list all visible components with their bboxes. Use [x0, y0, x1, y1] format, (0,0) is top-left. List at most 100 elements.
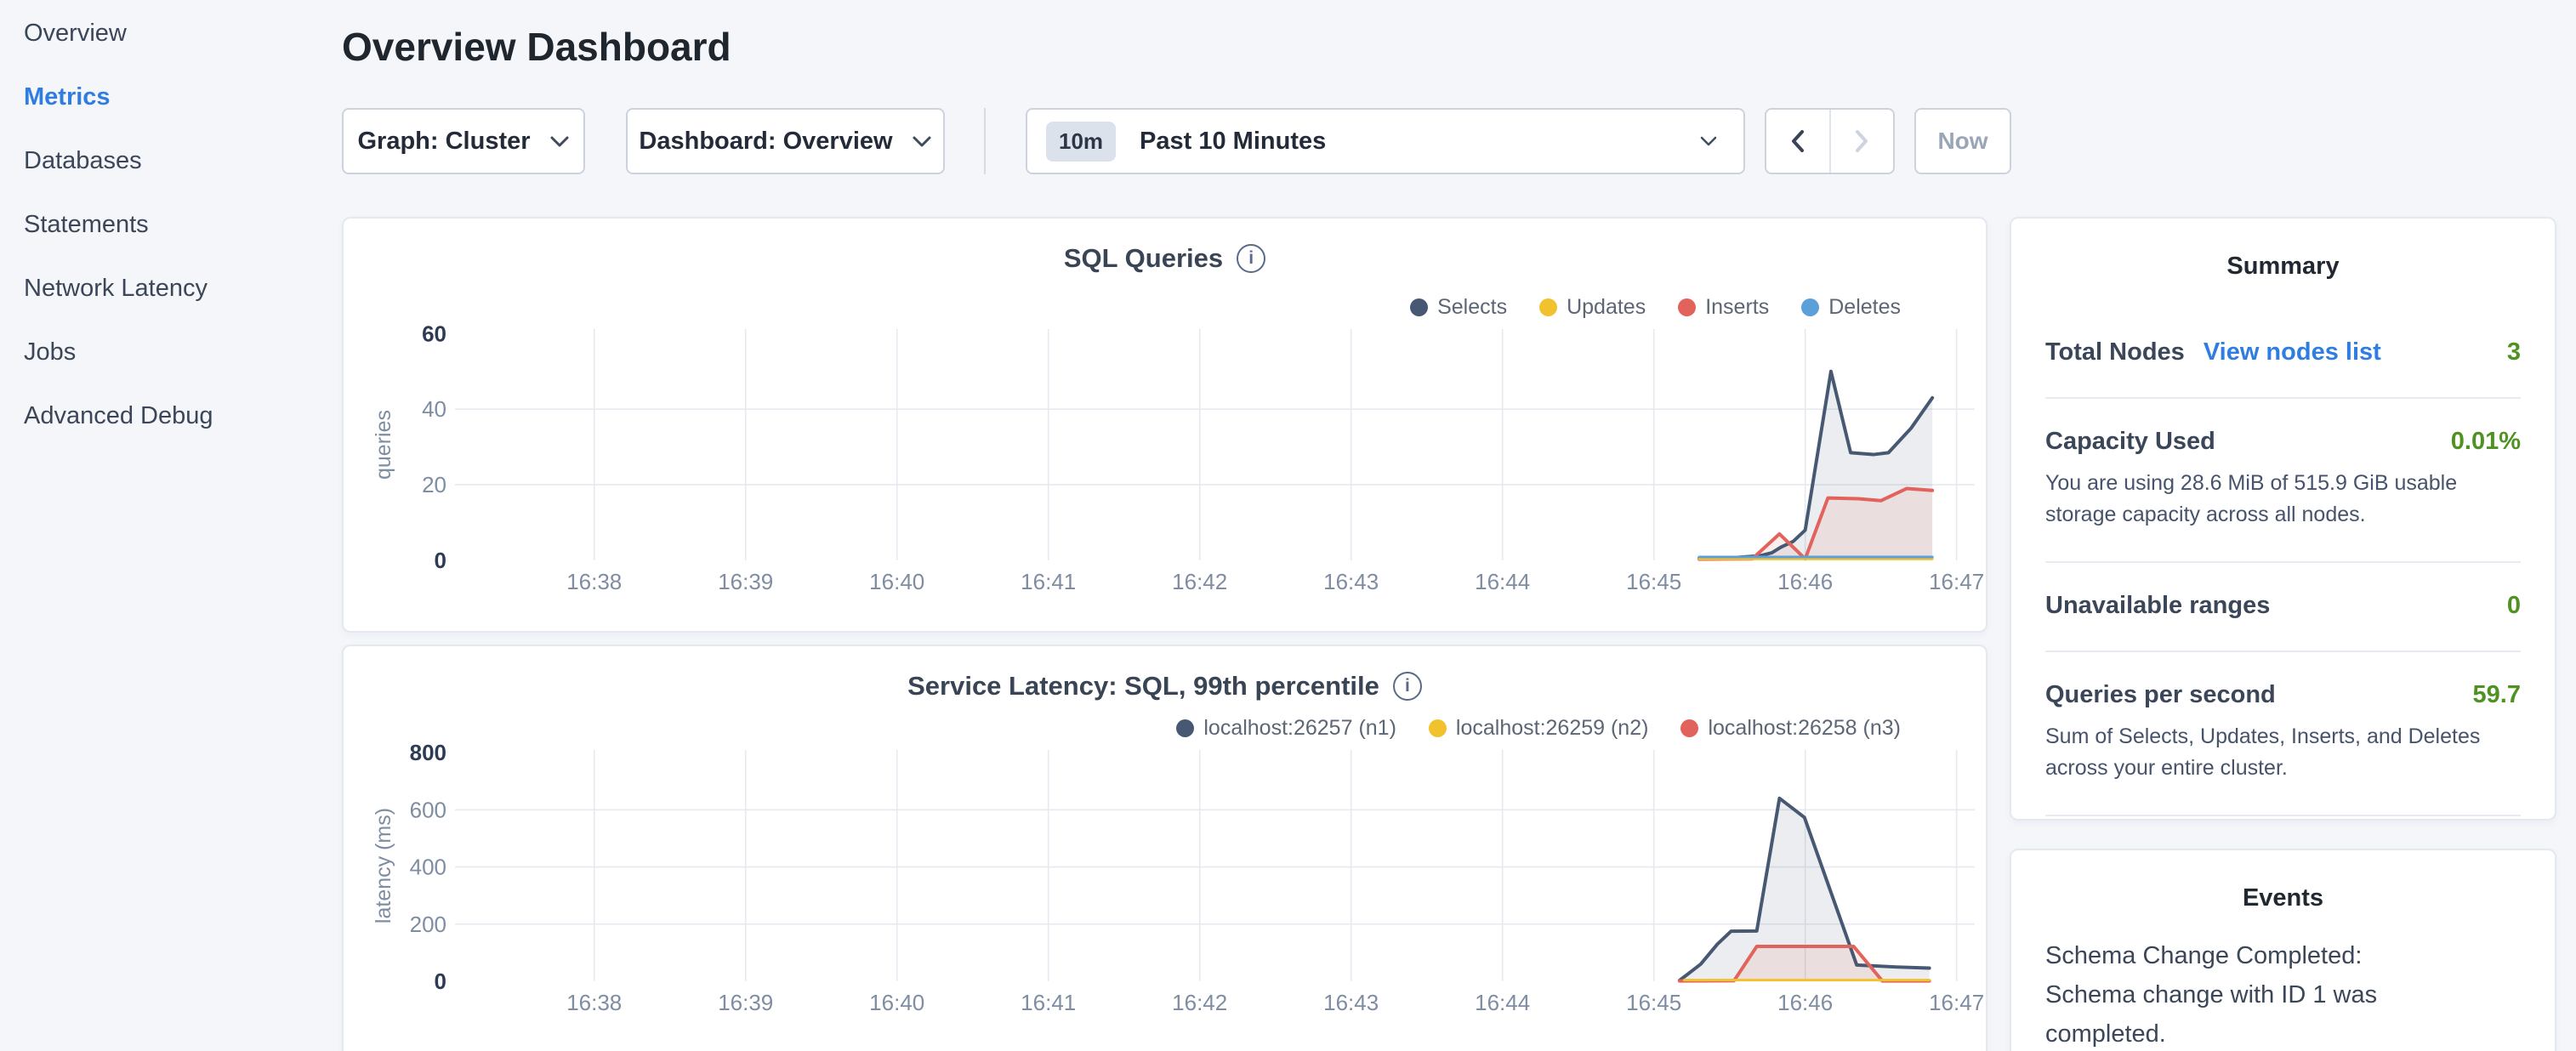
y-tick-label: 0: [435, 969, 446, 994]
legend-label: localhost:26259 (n2): [1456, 716, 1649, 741]
sidebar-item-statements[interactable]: Statements: [0, 193, 342, 257]
time-range-prev-button[interactable]: [1766, 110, 1829, 173]
sidebar-item-advanced-debug[interactable]: Advanced Debug: [0, 384, 342, 448]
legend-label: Updates: [1567, 295, 1646, 320]
y-tick-label: 600: [410, 797, 446, 822]
summary-label: Unavailable ranges: [2045, 592, 2270, 620]
toolbar: Graph: Cluster Dashboard: Overview 10m P…: [342, 108, 2011, 174]
legend-dot: [1801, 298, 1819, 316]
legend-dot: [1680, 719, 1698, 737]
chevron-down-icon: [549, 135, 570, 148]
y-tick-label: 200: [410, 912, 446, 937]
summary-description: Sum of Selects, Updates, Inserts, and De…: [2045, 721, 2521, 784]
summary-label: Total Nodes: [2045, 338, 2185, 366]
summary-panel: Summary Total Nodes View nodes list 3 Ca…: [2010, 217, 2556, 821]
legend-dot: [1539, 298, 1557, 316]
sidebar-item-metrics[interactable]: Metrics: [0, 65, 342, 129]
info-icon[interactable]: i: [1393, 672, 1422, 701]
view-nodes-list-link[interactable]: View nodes list: [2204, 338, 2381, 366]
time-range-nav: [1765, 108, 1895, 174]
dashboard-dropdown[interactable]: Dashboard: Overview: [626, 108, 945, 174]
legend-item[interactable]: localhost:26258 (n3): [1680, 716, 1901, 741]
x-tick-label: 16:40: [869, 990, 924, 1015]
x-tick-label: 16:39: [718, 990, 773, 1015]
x-tick-label: 16:42: [1172, 990, 1227, 1015]
summary-row-unavailable-ranges: Unavailable ranges 0: [2045, 563, 2521, 652]
y-axis-label: latency (ms): [372, 808, 395, 923]
y-tick-label: 60: [422, 321, 446, 346]
summary-value: 0: [2507, 592, 2521, 620]
time-range-picker[interactable]: 10m Past 10 Minutes: [1026, 108, 1745, 174]
x-tick-label: 16:43: [1323, 990, 1379, 1015]
x-tick-label: 16:40: [869, 569, 924, 594]
legend-item[interactable]: Selects: [1410, 295, 1507, 320]
legend-item[interactable]: Deletes: [1801, 295, 1901, 320]
summary-title: Summary: [2011, 219, 2555, 281]
events-panel: Events Schema Change Completed: Schema c…: [2010, 849, 2556, 1051]
legend-dot: [1410, 298, 1428, 316]
graph-dropdown-label: Graph: Cluster: [357, 128, 530, 156]
chevron-down-icon: [912, 135, 932, 148]
event-message: Schema Change Completed: Schema change w…: [2045, 936, 2454, 1051]
summary-value: 0.01%: [2451, 428, 2521, 456]
service-latency-chart[interactable]: 16:38 16:39 16:40 16:41 16:42 16:43 16:44 16:45…: [344, 741, 1989, 1035]
x-tick-label: 16:41: [1021, 569, 1076, 594]
event-list-item[interactable]: Schema Change Completed: Schema change w…: [2045, 936, 2521, 1051]
x-tick-label: 16:41: [1021, 990, 1076, 1015]
chevron-left-icon: [1787, 128, 1809, 155]
dashboard-dropdown-label: Dashboard: Overview: [639, 128, 892, 156]
x-tick-label: 16:46: [1777, 569, 1833, 594]
chart-legend: localhost:26257 (n1) localhost:26259 (n2)…: [1144, 716, 1901, 741]
sql-queries-chart-card: SQL Queries i Selects Updates Inserts Delet…: [342, 217, 1987, 633]
legend-item[interactable]: localhost:26259 (n2): [1429, 716, 1649, 741]
summary-value: 59.7: [2473, 681, 2521, 709]
chart-legend: Selects Updates Inserts Deletes: [1378, 295, 1901, 320]
y-tick-label: 800: [410, 741, 446, 765]
chevron-down-icon: [1699, 135, 1718, 147]
x-tick-label: 16:45: [1626, 990, 1681, 1015]
legend-item[interactable]: localhost:26257 (n1): [1176, 716, 1396, 741]
y-axis-label: queries: [372, 410, 395, 480]
legend-item[interactable]: Inserts: [1678, 295, 1769, 320]
now-button[interactable]: Now: [1914, 108, 2011, 174]
x-tick-label: 16:45: [1626, 569, 1681, 594]
x-tick-label: 16:43: [1323, 569, 1379, 594]
service-latency-chart-card: Service Latency: SQL, 99th percentile i …: [342, 645, 1987, 1051]
events-title: Events: [2011, 850, 2555, 912]
legend-item[interactable]: Updates: [1539, 295, 1646, 320]
info-icon[interactable]: i: [1237, 244, 1265, 273]
summary-row-total-nodes: Total Nodes View nodes list 3: [2045, 310, 2521, 399]
time-range-label: Past 10 Minutes: [1140, 128, 1699, 156]
summary-row-queries-per-second: Queries per second 59.7 Sum of Selects, …: [2045, 652, 2521, 816]
sidebar: Overview Metrics Databases Statements Ne…: [0, 0, 342, 1051]
summary-label: Queries per second: [2045, 681, 2276, 709]
x-tick-label: 16:42: [1172, 569, 1227, 594]
legend-label: Inserts: [1705, 295, 1769, 320]
time-range-next-button[interactable]: [1829, 110, 1894, 173]
chart-title: SQL Queries: [1064, 243, 1223, 274]
x-tick-label: 16:46: [1777, 990, 1833, 1015]
y-tick-label: 0: [435, 548, 446, 573]
x-tick-label: 16:38: [566, 990, 622, 1015]
legend-dot: [1678, 298, 1696, 316]
x-tick-label: 16:39: [718, 569, 773, 594]
sql-queries-chart[interactable]: 16:38 16:39 16:40 16:41 16:42 16:43 16:44 16:45…: [344, 321, 1989, 614]
summary-value: 3: [2507, 338, 2521, 366]
sidebar-item-network-latency[interactable]: Network Latency: [0, 257, 342, 321]
x-tick-label: 16:38: [566, 569, 622, 594]
sidebar-item-databases[interactable]: Databases: [0, 129, 342, 193]
sidebar-item-overview[interactable]: Overview: [0, 2, 342, 65]
toolbar-divider: [984, 108, 986, 174]
y-tick-label: 20: [422, 472, 446, 497]
sidebar-item-jobs[interactable]: Jobs: [0, 321, 342, 384]
summary-row-capacity-used: Capacity Used 0.01% You are using 28.6 M…: [2045, 399, 2521, 563]
x-tick-label: 16:44: [1475, 569, 1530, 594]
time-range-badge: 10m: [1046, 122, 1116, 162]
legend-label: localhost:26257 (n1): [1203, 716, 1396, 741]
legend-dot: [1176, 719, 1194, 737]
x-tick-label: 16:44: [1475, 990, 1530, 1015]
graph-dropdown[interactable]: Graph: Cluster: [342, 108, 585, 174]
y-tick-label: 40: [422, 396, 446, 422]
chevron-right-icon: [1851, 128, 1873, 155]
summary-label: Capacity Used: [2045, 428, 2215, 456]
